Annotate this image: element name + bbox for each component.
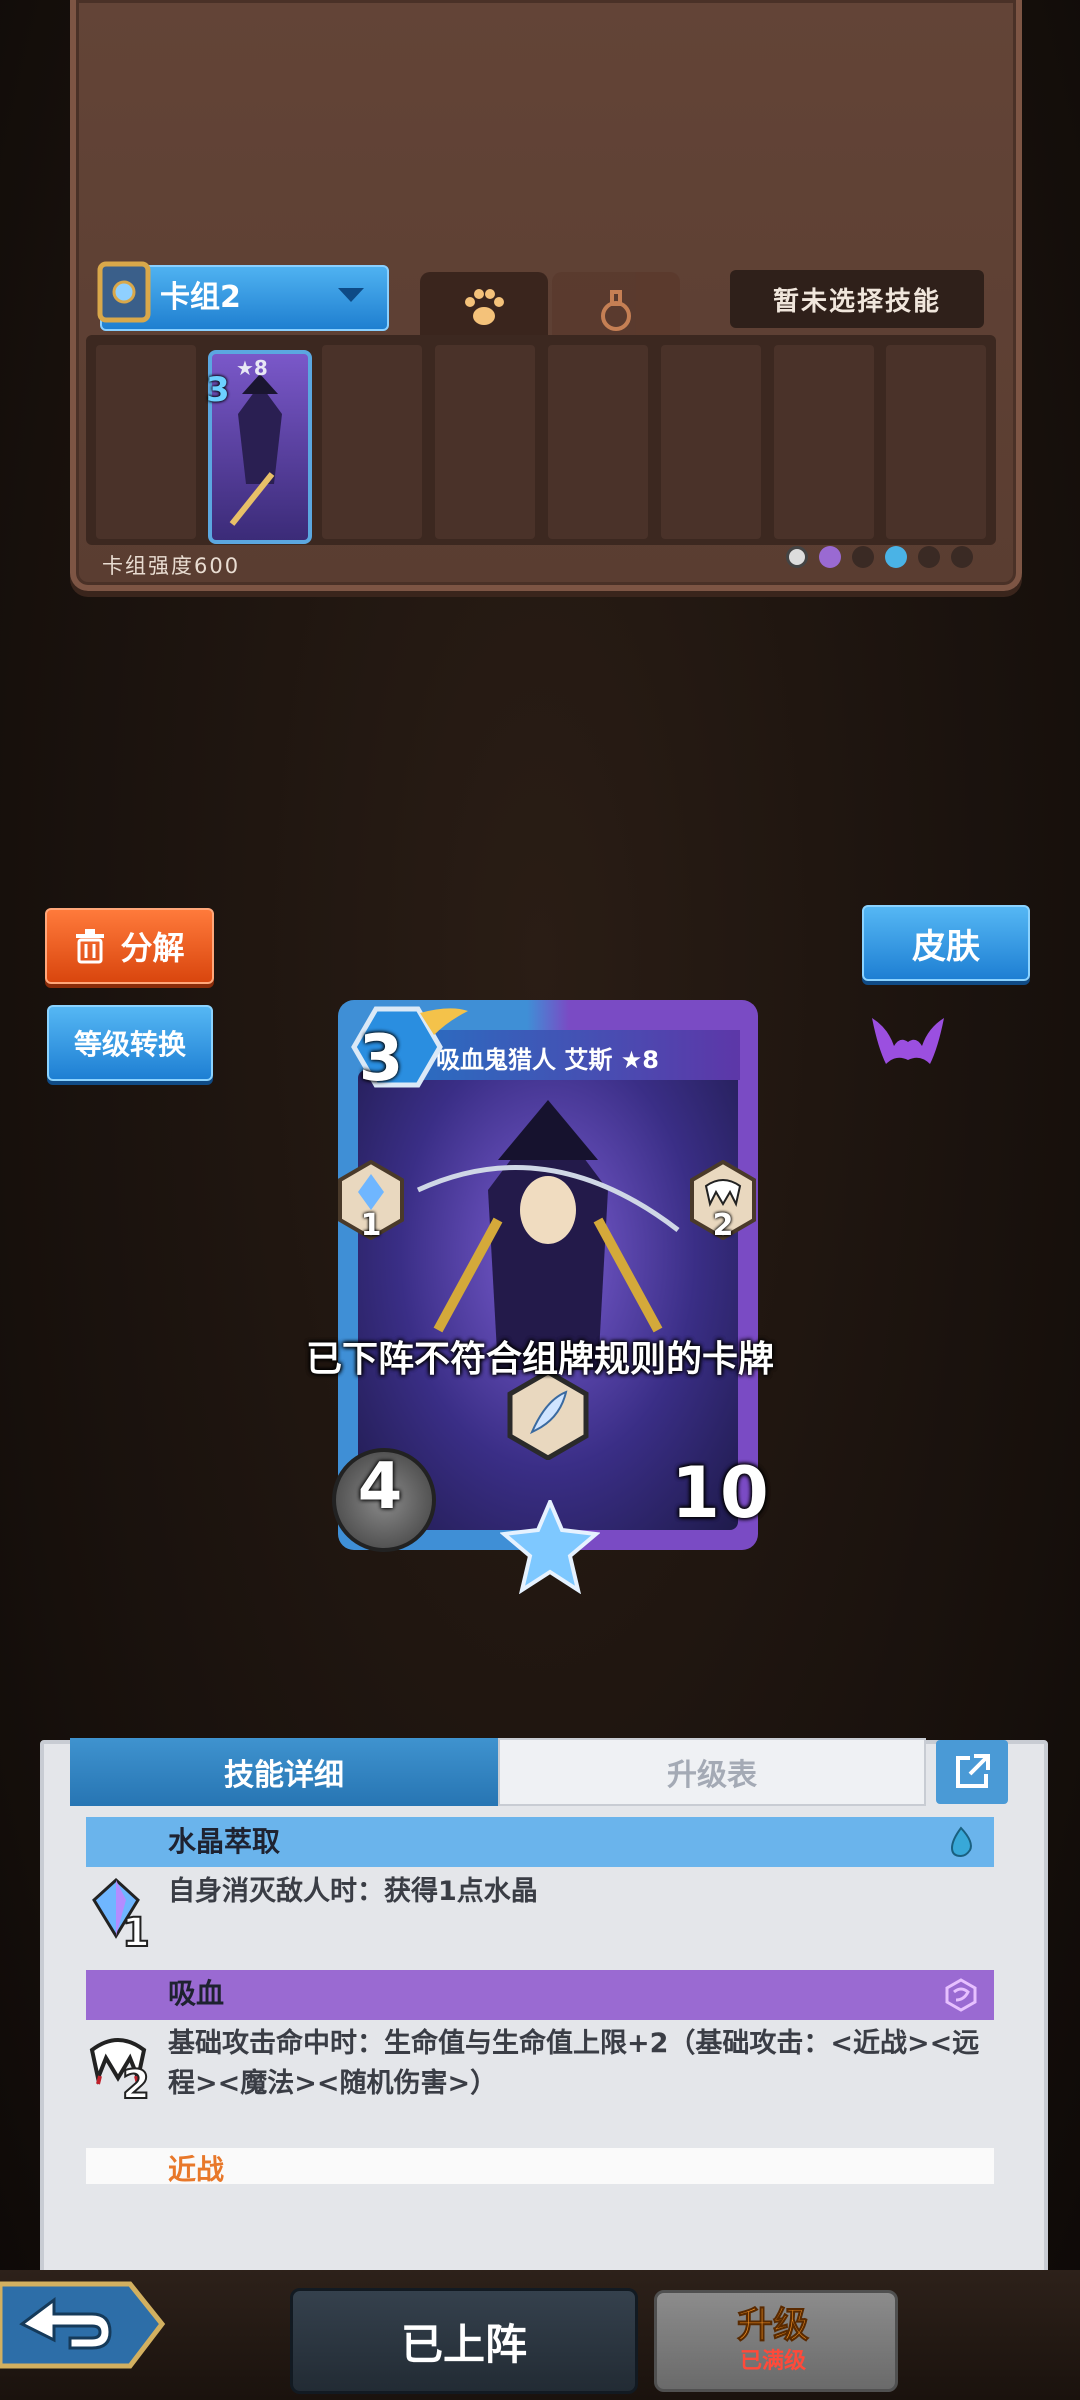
level-convert-button[interactable]: 等级转换 bbox=[47, 1005, 213, 1081]
tab-potion[interactable] bbox=[552, 272, 680, 342]
card-attack: 4 bbox=[357, 1450, 403, 1524]
blood-rune-icon bbox=[945, 1978, 977, 2012]
claw-icon bbox=[918, 546, 941, 568]
star-gem-icon bbox=[500, 1500, 600, 1594]
water-drop-icon bbox=[950, 1826, 972, 1858]
paw-icon bbox=[465, 289, 504, 325]
fang-badge-level: 2 bbox=[712, 1208, 734, 1243]
chevron-down-icon[interactable] bbox=[338, 288, 364, 302]
skill-name: 水晶萃取 bbox=[168, 1825, 281, 1858]
card-slot[interactable] bbox=[548, 345, 648, 539]
back-button[interactable] bbox=[0, 2272, 168, 2378]
skill-level: 2 bbox=[121, 2061, 151, 2109]
feather-badge-icon bbox=[507, 1370, 589, 1460]
blood-rune-icon bbox=[819, 546, 842, 568]
card-slot[interactable] bbox=[661, 345, 761, 539]
upgrade-max-level-label: 已满级 bbox=[739, 2349, 806, 2374]
card-slot[interactable] bbox=[886, 345, 986, 539]
skill-name: 吸血 bbox=[168, 1977, 225, 2010]
deck-strength: 卡组强度600 bbox=[102, 554, 241, 578]
deployed-button[interactable]: 已上阵 bbox=[290, 2288, 638, 2394]
card-slot[interactable] bbox=[322, 345, 422, 539]
skill-select-button[interactable]: 暂未选择技能 bbox=[730, 270, 984, 328]
external-link-icon bbox=[956, 1754, 990, 1788]
card-cost: 3 bbox=[358, 1022, 404, 1096]
mini-card-cost: 3 bbox=[206, 370, 230, 410]
decompose-button[interactable]: 分解 bbox=[45, 908, 214, 984]
trash-icon bbox=[76, 929, 105, 964]
toast-message: 已下阵不符合组牌规则的卡牌 bbox=[305, 1339, 774, 1380]
skill-description: 自身消灭敌人时：获得1点水晶 bbox=[168, 1876, 538, 1907]
water-drop-icon bbox=[885, 546, 908, 568]
bat-icon[interactable] bbox=[868, 1008, 948, 1072]
tab-upgrade-table[interactable]: 升级表 bbox=[498, 1738, 926, 1806]
target-icon bbox=[786, 546, 808, 568]
decompose-label: 分解 bbox=[120, 929, 185, 967]
upgrade-label: 升级 bbox=[736, 2305, 809, 2347]
crystal-badge-level: 1 bbox=[360, 1208, 382, 1243]
sword-icon bbox=[852, 546, 875, 568]
potion-icon bbox=[601, 290, 631, 331]
card-slot[interactable] bbox=[435, 345, 535, 539]
card-slot[interactable] bbox=[774, 345, 874, 539]
skill-description: 基础攻击命中时：生命值与生命值上限+2（基础攻击：<近战><远程><魔法><随机… bbox=[168, 2028, 980, 2099]
card-slot[interactable] bbox=[96, 345, 196, 539]
skin-button[interactable]: 皮肤 bbox=[862, 905, 1030, 981]
tab-skill-details[interactable]: 技能详细 bbox=[70, 1738, 498, 1806]
tab-pet[interactable] bbox=[420, 272, 548, 342]
resource-icons bbox=[786, 546, 986, 572]
melee-tag: 近战 bbox=[168, 2153, 225, 2186]
mini-card-star: ★8 bbox=[236, 356, 268, 380]
deck-book-icon bbox=[97, 261, 151, 323]
dark-icon bbox=[951, 546, 974, 568]
deck-name: 卡组2 bbox=[160, 280, 241, 315]
external-link-button[interactable] bbox=[936, 1740, 1008, 1804]
card-health: 10 bbox=[671, 1452, 769, 1534]
skill-level: 1 bbox=[121, 1909, 151, 1957]
